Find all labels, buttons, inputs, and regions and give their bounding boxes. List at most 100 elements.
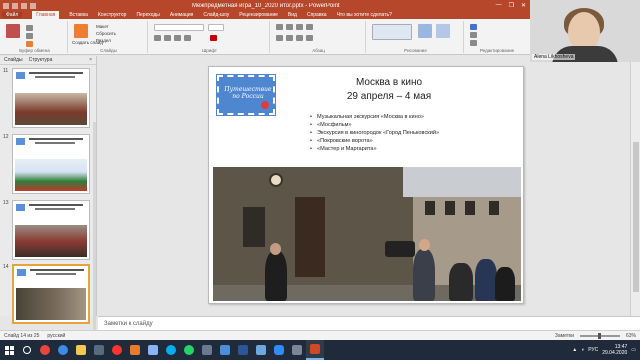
select-icon[interactable]	[470, 40, 477, 46]
taskbar-photos[interactable]	[216, 340, 234, 360]
taskbar-explorer[interactable]	[72, 340, 90, 360]
taskbar-store[interactable]	[90, 340, 108, 360]
taskbar-yandex[interactable]	[108, 340, 126, 360]
current-slide[interactable]: Путешествие по России Москва в кино 29 а…	[208, 66, 524, 304]
slide-title[interactable]: Москва в кино	[299, 77, 479, 89]
format-painter-icon[interactable]	[26, 41, 33, 47]
window-title: Межпредметная игра_10_2020 итог.pptx - P…	[191, 2, 340, 9]
increase-indent-icon[interactable]	[306, 24, 313, 30]
tab-slideshow[interactable]: Слайд-шоу	[203, 12, 229, 18]
italic-icon[interactable]	[164, 35, 171, 41]
windows-icon	[4, 345, 14, 355]
taskbar-zoom[interactable]	[270, 340, 288, 360]
cut-icon[interactable]	[26, 25, 33, 31]
tab-home[interactable]: Главная	[32, 11, 60, 19]
input-language[interactable]: РУС	[588, 347, 598, 353]
bullet-list[interactable]: Музыкальная экскурсия «Москва в кино» «М…	[309, 113, 519, 153]
minimize-button[interactable]: —	[496, 2, 502, 9]
notes-button[interactable]: Заметки	[555, 333, 574, 339]
strikethrough-icon[interactable]	[184, 35, 191, 41]
numbering-icon[interactable]	[286, 24, 293, 30]
slide-date[interactable]: 29 апреля – 4 мая	[299, 91, 479, 103]
slide-thumbnail[interactable]: 11	[3, 68, 91, 130]
taskbar-mail[interactable]	[144, 340, 162, 360]
undo-icon[interactable]	[12, 2, 18, 9]
close-button[interactable]: ✕	[521, 2, 526, 9]
taskbar-word[interactable]	[234, 340, 252, 360]
tab-file[interactable]: Файл	[2, 12, 23, 18]
tab-transitions[interactable]: Переходы	[136, 12, 159, 18]
taskbar-paint[interactable]	[252, 340, 270, 360]
thumbnail-photo	[16, 288, 86, 320]
film-set-photo[interactable]	[213, 167, 521, 301]
align-right-icon[interactable]	[296, 35, 303, 41]
zoom-slider[interactable]	[579, 332, 620, 339]
taskbar-edge[interactable]	[54, 340, 72, 360]
font-family-select[interactable]	[154, 24, 204, 31]
underline-icon[interactable]	[174, 35, 181, 41]
taskbar-app[interactable]	[126, 340, 144, 360]
tab-design[interactable]: Конструктор	[98, 12, 127, 18]
quick-styles-icon[interactable]	[436, 24, 450, 38]
new-slide-icon[interactable]	[74, 24, 88, 38]
close-pane-icon[interactable]: ×	[89, 57, 96, 63]
slide-thumbnail[interactable]: 13	[3, 200, 91, 262]
clock[interactable]: 13:47 29.04.2020	[602, 344, 627, 356]
slide-thumbnail-selected[interactable]: 14	[3, 264, 91, 326]
tab-help[interactable]: Справка	[307, 12, 327, 18]
reset-button[interactable]: Сбросить	[96, 31, 116, 36]
notes-area[interactable]: Заметки к слайду	[98, 316, 640, 330]
taskbar-chrome[interactable]	[36, 340, 54, 360]
zoom-level[interactable]: 63%	[626, 333, 636, 339]
slide-number: 13	[3, 200, 9, 206]
slide-scrollbar[interactable]	[630, 62, 640, 317]
scrollbar-thumb[interactable]	[633, 142, 639, 292]
taskbar-powerpoint[interactable]	[306, 340, 324, 360]
whatsapp-icon	[184, 345, 194, 355]
tab-slides[interactable]: Слайды	[4, 57, 23, 63]
photo-crew-figure	[449, 263, 473, 301]
copy-icon[interactable]	[26, 33, 33, 39]
start-button[interactable]	[0, 340, 18, 360]
slide-thumbnail[interactable]: 12	[3, 134, 91, 196]
thumbnail-scrollbar[interactable]	[93, 122, 96, 360]
wifi-icon[interactable]: ▲	[572, 347, 577, 353]
arrange-icon[interactable]	[418, 24, 432, 38]
tab-view[interactable]: Вид	[288, 12, 297, 18]
font-group-label: Шрифт	[202, 48, 217, 53]
taskbar-skype[interactable]	[162, 340, 180, 360]
replace-icon[interactable]	[470, 32, 477, 38]
tab-animations[interactable]: Анимация	[170, 12, 193, 18]
right-empty-area	[530, 62, 640, 317]
paste-icon[interactable]	[6, 24, 20, 38]
align-left-icon[interactable]	[276, 35, 283, 41]
redo-icon[interactable]	[21, 2, 27, 9]
taskbar-media[interactable]	[198, 340, 216, 360]
tell-me-search[interactable]: Что вы хотите сделать?	[337, 12, 392, 18]
mail-icon	[148, 345, 158, 355]
font-size-select[interactable]	[208, 24, 224, 31]
taskbar-whatsapp[interactable]	[180, 340, 198, 360]
notifications-icon[interactable]: ▭	[631, 347, 636, 353]
decrease-indent-icon[interactable]	[296, 24, 303, 30]
save-icon[interactable]	[3, 2, 9, 9]
justify-icon[interactable]	[306, 35, 313, 41]
volume-icon[interactable]: ◖	[581, 347, 584, 353]
section-button[interactable]: Раздел	[96, 38, 111, 43]
restore-button[interactable]: ❐	[509, 2, 514, 9]
tab-insert[interactable]: Вставка	[69, 12, 88, 18]
font-color-icon[interactable]	[210, 35, 217, 41]
app-icon	[130, 345, 140, 355]
align-center-icon[interactable]	[286, 35, 293, 41]
skype-icon	[166, 345, 176, 355]
find-icon[interactable]	[470, 24, 477, 30]
tab-review[interactable]: Рецензирование	[239, 12, 278, 18]
bold-icon[interactable]	[154, 35, 161, 41]
layout-button[interactable]: Макет	[96, 24, 109, 29]
shapes-gallery[interactable]	[372, 24, 412, 40]
taskbar-camera[interactable]	[288, 340, 306, 360]
language-indicator[interactable]: русский	[47, 333, 65, 339]
taskbar-search[interactable]	[18, 340, 36, 360]
tab-outline[interactable]: Структура	[29, 57, 53, 63]
bullets-icon[interactable]	[276, 24, 283, 30]
